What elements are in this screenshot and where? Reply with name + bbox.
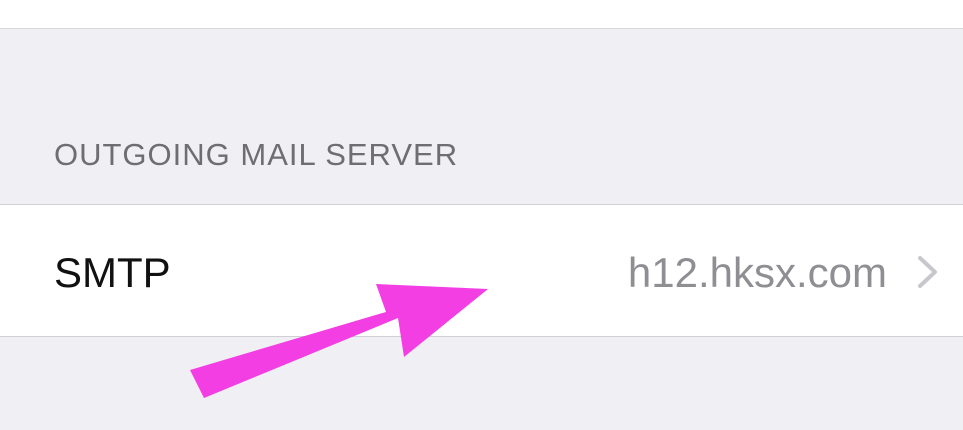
previous-cell[interactable] bbox=[0, 0, 963, 29]
smtp-label: SMTP bbox=[54, 249, 171, 296]
smtp-server-value: h12.hksx.com bbox=[627, 249, 887, 296]
section-header-outgoing-mail-server: OUTGOING MAIL SERVER bbox=[54, 137, 459, 172]
settings-screen: OUTGOING MAIL SERVER SMTP h12.hksx.com bbox=[0, 0, 963, 430]
smtp-cell[interactable]: SMTP h12.hksx.com bbox=[0, 204, 963, 337]
chevron-right-icon bbox=[918, 256, 937, 288]
